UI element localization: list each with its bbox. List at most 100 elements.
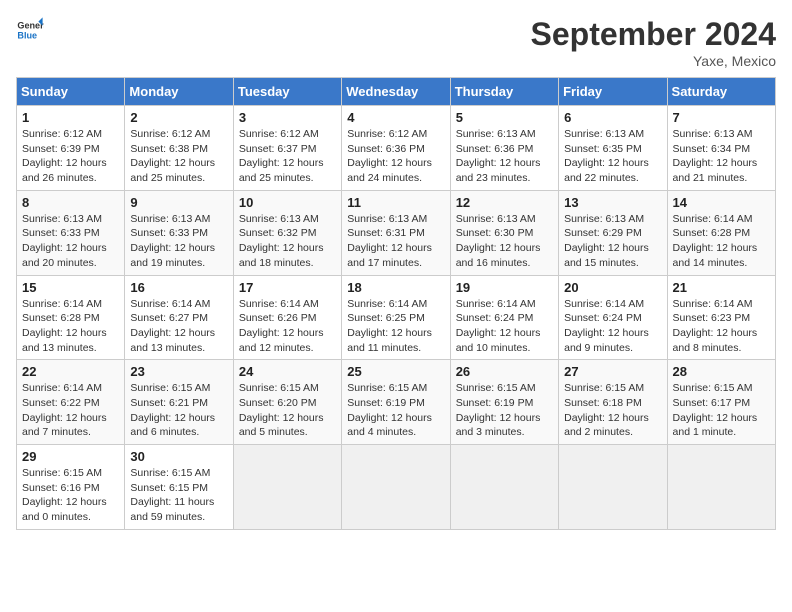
day-detail: Sunrise: 6:12 AMSunset: 6:38 PMDaylight:… bbox=[130, 127, 227, 186]
day-cell: 13Sunrise: 6:13 AMSunset: 6:29 PMDayligh… bbox=[559, 190, 667, 275]
day-cell: 8 Sunrise: 6:13 AMSunset: 6:33 PMDaylight… bbox=[17, 190, 125, 275]
day-detail: Sunrise: 6:13 AMSunset: 6:36 PMDaylight:… bbox=[456, 127, 553, 186]
day-detail: Sunrise: 6:14 AMSunset: 6:24 PMDaylight:… bbox=[564, 297, 661, 356]
location: Yaxe, Mexico bbox=[531, 53, 776, 69]
col-header-friday: Friday bbox=[559, 78, 667, 106]
day-number: 24 bbox=[239, 364, 336, 379]
day-cell: 30Sunrise: 6:15 AMSunset: 6:15 PMDayligh… bbox=[125, 445, 233, 530]
day-cell: 23 Sunrise: 6:15 AMSunset: 6:21 PMDayligh… bbox=[125, 360, 233, 445]
day-detail: Sunrise: 6:13 AMSunset: 6:35 PMDaylight:… bbox=[564, 127, 661, 186]
day-number: 15 bbox=[22, 280, 119, 295]
day-cell: 17 Sunrise: 6:14 AMSunset: 6:26 PMDayligh… bbox=[233, 275, 341, 360]
day-number: 8 bbox=[22, 195, 119, 210]
day-number: 4 bbox=[347, 110, 444, 125]
week-row-1: 1 Sunrise: 6:12 AMSunset: 6:39 PMDaylight… bbox=[17, 106, 776, 191]
day-cell: 28 Sunrise: 6:15 AMSunset: 6:17 PMDayligh… bbox=[667, 360, 775, 445]
svg-text:Blue: Blue bbox=[17, 30, 37, 40]
logo: General Blue bbox=[16, 16, 44, 44]
day-detail: Sunrise: 6:15 AMSunset: 6:19 PMDaylight:… bbox=[347, 381, 444, 440]
day-detail: Sunrise: 6:15 AMSunset: 6:17 PMDaylight:… bbox=[673, 381, 770, 440]
day-detail: Sunrise: 6:14 AMSunset: 6:22 PMDaylight:… bbox=[22, 381, 119, 440]
day-detail: Sunrise: 6:15 AMSunset: 6:18 PMDaylight:… bbox=[564, 381, 661, 440]
day-cell: 15 Sunrise: 6:14 AMSunset: 6:28 PMDayligh… bbox=[17, 275, 125, 360]
day-number: 5 bbox=[456, 110, 553, 125]
day-detail: Sunrise: 6:14 AMSunset: 6:28 PMDaylight:… bbox=[22, 297, 119, 356]
week-row-2: 8 Sunrise: 6:13 AMSunset: 6:33 PMDaylight… bbox=[17, 190, 776, 275]
day-cell: 20 Sunrise: 6:14 AMSunset: 6:24 PMDayligh… bbox=[559, 275, 667, 360]
day-cell: 29 Sunrise: 6:15 AMSunset: 6:16 PMDayligh… bbox=[17, 445, 125, 530]
day-cell: 21 Sunrise: 6:14 AMSunset: 6:23 PMDayligh… bbox=[667, 275, 775, 360]
day-detail: Sunrise: 6:15 AMSunset: 6:15 PMDaylight:… bbox=[130, 466, 227, 525]
col-header-wednesday: Wednesday bbox=[342, 78, 450, 106]
day-cell: 1 Sunrise: 6:12 AMSunset: 6:39 PMDaylight… bbox=[17, 106, 125, 191]
week-row-5: 29 Sunrise: 6:15 AMSunset: 6:16 PMDayligh… bbox=[17, 445, 776, 530]
day-detail: Sunrise: 6:15 AMSunset: 6:16 PMDaylight:… bbox=[22, 466, 119, 525]
day-number: 22 bbox=[22, 364, 119, 379]
day-number: 11 bbox=[347, 195, 444, 210]
title-area: September 2024 Yaxe, Mexico bbox=[531, 16, 776, 69]
day-cell: 2 Sunrise: 6:12 AMSunset: 6:38 PMDaylight… bbox=[125, 106, 233, 191]
day-cell: 14 Sunrise: 6:14 AMSunset: 6:28 PMDayligh… bbox=[667, 190, 775, 275]
day-cell: 19 Sunrise: 6:14 AMSunset: 6:24 PMDayligh… bbox=[450, 275, 558, 360]
day-detail: Sunrise: 6:14 AMSunset: 6:28 PMDaylight:… bbox=[673, 212, 770, 271]
day-detail: Sunrise: 6:13 AMSunset: 6:31 PMDaylight:… bbox=[347, 212, 444, 271]
day-detail: Sunrise: 6:14 AMSunset: 6:25 PMDaylight:… bbox=[347, 297, 444, 356]
calendar-table: SundayMondayTuesdayWednesdayThursdayFrid… bbox=[16, 77, 776, 530]
day-cell: 16 Sunrise: 6:14 AMSunset: 6:27 PMDayligh… bbox=[125, 275, 233, 360]
day-number: 20 bbox=[564, 280, 661, 295]
month-title: September 2024 bbox=[531, 16, 776, 53]
day-cell bbox=[559, 445, 667, 530]
day-cell: 9Sunrise: 6:13 AMSunset: 6:33 PMDaylight… bbox=[125, 190, 233, 275]
day-cell bbox=[342, 445, 450, 530]
day-number: 17 bbox=[239, 280, 336, 295]
day-detail: Sunrise: 6:15 AMSunset: 6:19 PMDaylight:… bbox=[456, 381, 553, 440]
day-detail: Sunrise: 6:15 AMSunset: 6:21 PMDaylight:… bbox=[130, 381, 227, 440]
header-row: SundayMondayTuesdayWednesdayThursdayFrid… bbox=[17, 78, 776, 106]
day-number: 18 bbox=[347, 280, 444, 295]
day-number: 21 bbox=[673, 280, 770, 295]
day-detail: Sunrise: 6:13 AMSunset: 6:34 PMDaylight:… bbox=[673, 127, 770, 186]
day-cell: 5 Sunrise: 6:13 AMSunset: 6:36 PMDaylight… bbox=[450, 106, 558, 191]
day-number: 14 bbox=[673, 195, 770, 210]
day-cell: 3 Sunrise: 6:12 AMSunset: 6:37 PMDaylight… bbox=[233, 106, 341, 191]
col-header-saturday: Saturday bbox=[667, 78, 775, 106]
day-number: 23 bbox=[130, 364, 227, 379]
day-cell bbox=[667, 445, 775, 530]
day-cell: 6Sunrise: 6:13 AMSunset: 6:35 PMDaylight… bbox=[559, 106, 667, 191]
day-number: 2 bbox=[130, 110, 227, 125]
day-cell: 26Sunrise: 6:15 AMSunset: 6:19 PMDayligh… bbox=[450, 360, 558, 445]
day-number: 1 bbox=[22, 110, 119, 125]
day-detail: Sunrise: 6:14 AMSunset: 6:23 PMDaylight:… bbox=[673, 297, 770, 356]
day-cell: 10Sunrise: 6:13 AMSunset: 6:32 PMDayligh… bbox=[233, 190, 341, 275]
day-number: 27 bbox=[564, 364, 661, 379]
col-header-sunday: Sunday bbox=[17, 78, 125, 106]
day-detail: Sunrise: 6:13 AMSunset: 6:33 PMDaylight:… bbox=[130, 212, 227, 271]
day-number: 7 bbox=[673, 110, 770, 125]
day-cell: 11 Sunrise: 6:13 AMSunset: 6:31 PMDayligh… bbox=[342, 190, 450, 275]
col-header-monday: Monday bbox=[125, 78, 233, 106]
week-row-4: 22 Sunrise: 6:14 AMSunset: 6:22 PMDayligh… bbox=[17, 360, 776, 445]
day-detail: Sunrise: 6:14 AMSunset: 6:26 PMDaylight:… bbox=[239, 297, 336, 356]
logo-icon: General Blue bbox=[16, 16, 44, 44]
day-detail: Sunrise: 6:13 AMSunset: 6:29 PMDaylight:… bbox=[564, 212, 661, 271]
day-number: 28 bbox=[673, 364, 770, 379]
day-cell: 22 Sunrise: 6:14 AMSunset: 6:22 PMDayligh… bbox=[17, 360, 125, 445]
day-number: 3 bbox=[239, 110, 336, 125]
day-number: 16 bbox=[130, 280, 227, 295]
day-detail: Sunrise: 6:12 AMSunset: 6:37 PMDaylight:… bbox=[239, 127, 336, 186]
day-cell: 24Sunrise: 6:15 AMSunset: 6:20 PMDayligh… bbox=[233, 360, 341, 445]
day-detail: Sunrise: 6:14 AMSunset: 6:24 PMDaylight:… bbox=[456, 297, 553, 356]
day-cell: 27 Sunrise: 6:15 AMSunset: 6:18 PMDayligh… bbox=[559, 360, 667, 445]
day-number: 25 bbox=[347, 364, 444, 379]
day-cell: 18 Sunrise: 6:14 AMSunset: 6:25 PMDayligh… bbox=[342, 275, 450, 360]
day-detail: Sunrise: 6:12 AMSunset: 6:36 PMDaylight:… bbox=[347, 127, 444, 186]
day-number: 19 bbox=[456, 280, 553, 295]
day-number: 29 bbox=[22, 449, 119, 464]
day-detail: Sunrise: 6:13 AMSunset: 6:33 PMDaylight:… bbox=[22, 212, 119, 271]
day-detail: Sunrise: 6:14 AMSunset: 6:27 PMDaylight:… bbox=[130, 297, 227, 356]
day-cell: 12Sunrise: 6:13 AMSunset: 6:30 PMDayligh… bbox=[450, 190, 558, 275]
day-detail: Sunrise: 6:12 AMSunset: 6:39 PMDaylight:… bbox=[22, 127, 119, 186]
day-detail: Sunrise: 6:13 AMSunset: 6:32 PMDaylight:… bbox=[239, 212, 336, 271]
day-cell: 25 Sunrise: 6:15 AMSunset: 6:19 PMDayligh… bbox=[342, 360, 450, 445]
day-cell bbox=[450, 445, 558, 530]
